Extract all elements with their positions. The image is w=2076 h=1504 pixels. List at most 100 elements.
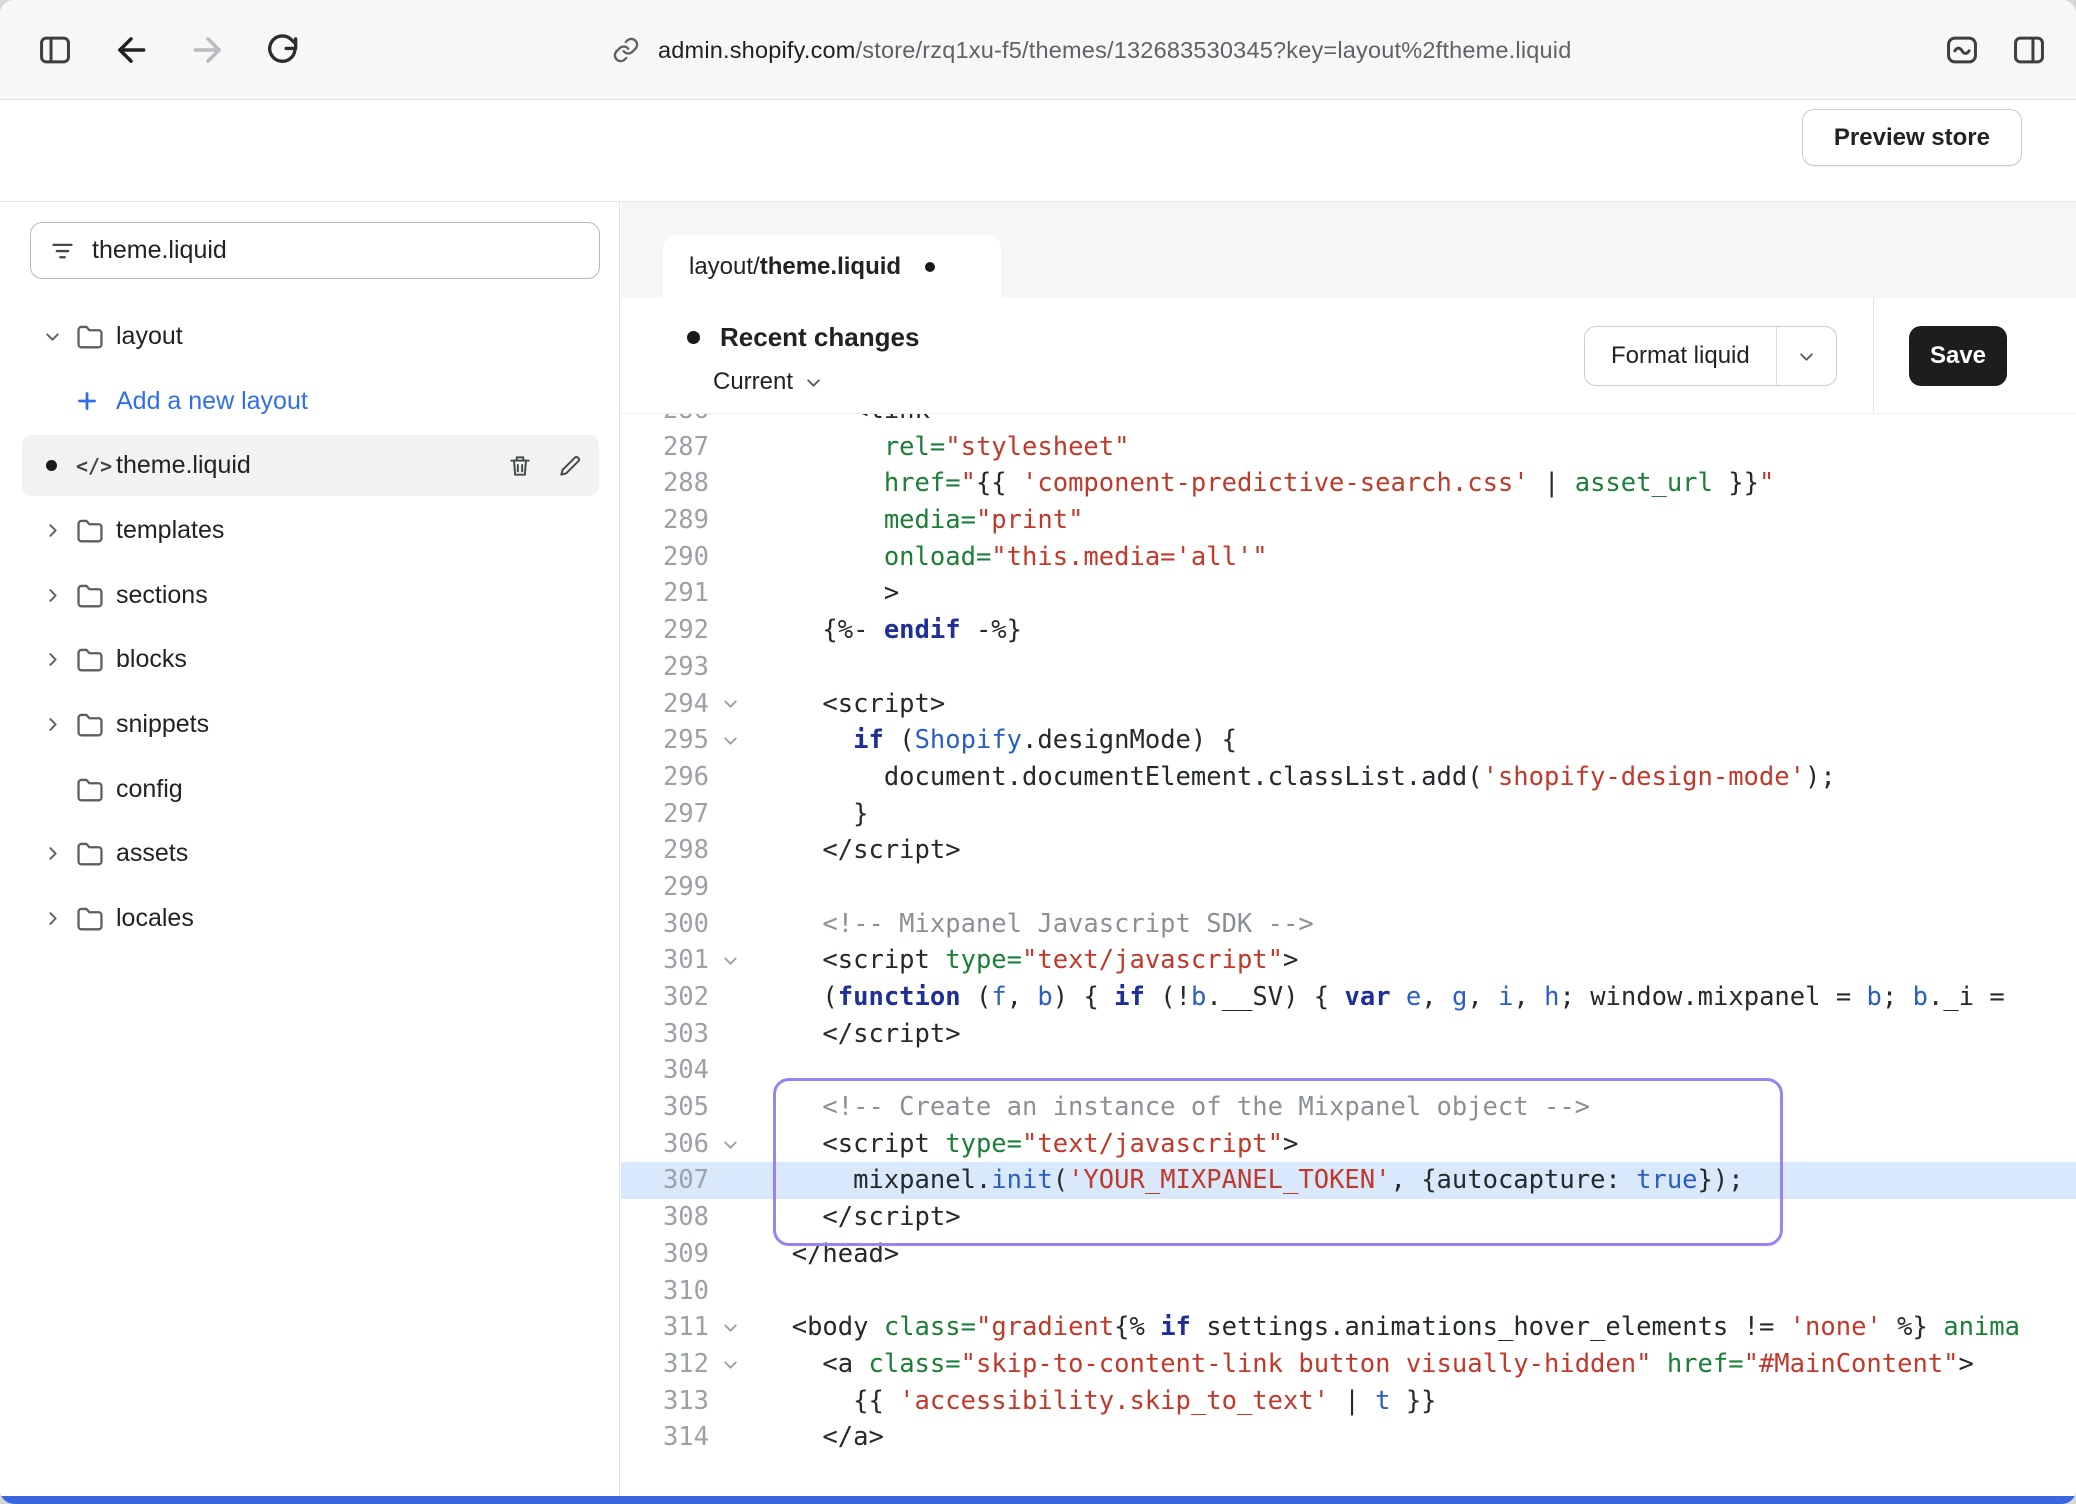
sidebar-item-config[interactable]: config bbox=[0, 757, 619, 822]
line-number: 312 bbox=[621, 1346, 709, 1383]
code-line-307[interactable]: 307 mixpanel.init('YOUR_MIXPANEL_TOKEN',… bbox=[621, 1162, 2076, 1199]
unsaved-indicator-dot bbox=[925, 262, 935, 272]
gutter-spacer bbox=[709, 869, 751, 906]
chevron-right-icon[interactable] bbox=[44, 910, 76, 928]
code-line-312[interactable]: 312 <a class="skip-to-content-link butto… bbox=[621, 1346, 2076, 1383]
fold-chevron-icon[interactable] bbox=[709, 1346, 751, 1383]
code-line-292[interactable]: 292 {%- endif -%} bbox=[621, 612, 2076, 649]
chevron-right-icon[interactable] bbox=[44, 521, 76, 539]
app-header: Edit code for Dawn Preview store bbox=[0, 101, 2076, 202]
line-number: 295 bbox=[621, 722, 709, 759]
forward-button[interactable] bbox=[189, 31, 227, 69]
tree-item-label: snippets bbox=[116, 710, 209, 739]
recent-changes: Recent changes bbox=[687, 322, 919, 353]
chevron-right-icon[interactable] bbox=[44, 651, 76, 669]
code-text: <!-- Create an instance of the Mixpanel … bbox=[751, 1089, 1590, 1126]
folder-icon bbox=[76, 647, 116, 672]
code-line-296[interactable]: 296 document.documentElement.classList.a… bbox=[621, 759, 2076, 796]
sidebar-item-layout[interactable]: layout bbox=[0, 304, 619, 369]
split-view-icon[interactable] bbox=[2010, 31, 2048, 69]
code-line-289[interactable]: 289 media="print" bbox=[621, 502, 2076, 539]
back-button[interactable] bbox=[112, 31, 150, 69]
code-line-290[interactable]: 290 onload="this.media='all'" bbox=[621, 539, 2076, 576]
code-text: <script> bbox=[751, 686, 945, 723]
folder-icon bbox=[76, 777, 116, 802]
address-bar[interactable]: admin.shopify.com/store/rzq1xu-f5/themes… bbox=[612, 0, 1571, 100]
sidebar-item-add-a-new-layout[interactable]: Add a new layout bbox=[0, 369, 619, 434]
chevron-right-icon[interactable] bbox=[44, 845, 76, 863]
code-lines: 286 <link287 rel="stylesheet"288 href="{… bbox=[621, 414, 2076, 1456]
version-select[interactable]: Current bbox=[713, 368, 822, 396]
extensions-icon[interactable] bbox=[1943, 31, 1981, 69]
chevron-right-icon[interactable] bbox=[44, 586, 76, 604]
search-input[interactable] bbox=[92, 236, 581, 265]
code-editor[interactable]: 286 <link287 rel="stylesheet"288 href="{… bbox=[621, 414, 2076, 1496]
code-line-287[interactable]: 287 rel="stylesheet" bbox=[621, 429, 2076, 466]
sidebar-item-assets[interactable]: assets bbox=[0, 822, 619, 887]
code-line-294[interactable]: 294 <script> bbox=[621, 686, 2076, 723]
chevron-down-icon[interactable] bbox=[44, 327, 76, 345]
code-line-286[interactable]: 286 <link bbox=[621, 414, 2076, 429]
save-button[interactable]: Save bbox=[1909, 326, 2007, 386]
code-line-308[interactable]: 308 </script> bbox=[621, 1199, 2076, 1236]
code-line-302[interactable]: 302 (function (f, b) { if (!b.__SV) { va… bbox=[621, 979, 2076, 1016]
sidebar-item-snippets[interactable]: snippets bbox=[0, 692, 619, 757]
fold-chevron-icon[interactable] bbox=[709, 1126, 751, 1163]
fold-chevron-icon[interactable] bbox=[709, 942, 751, 979]
code-line-299[interactable]: 299 bbox=[621, 869, 2076, 906]
code-line-297[interactable]: 297 } bbox=[621, 796, 2076, 833]
gutter-spacer bbox=[709, 502, 751, 539]
reload-button[interactable] bbox=[264, 31, 302, 69]
code-text: rel="stylesheet" bbox=[751, 429, 1129, 466]
line-number: 301 bbox=[621, 942, 709, 979]
fold-chevron-icon[interactable] bbox=[709, 722, 751, 759]
chevron-right-icon[interactable] bbox=[44, 715, 76, 733]
delete-file-button[interactable] bbox=[507, 453, 533, 479]
format-liquid-button[interactable]: Format liquid bbox=[1584, 326, 1837, 386]
code-line-314[interactable]: 314 </a> bbox=[621, 1419, 2076, 1456]
chevron-down-icon bbox=[805, 374, 822, 391]
code-line-303[interactable]: 303 </script> bbox=[621, 1016, 2076, 1053]
sidebar-toggle-icon[interactable] bbox=[36, 31, 74, 69]
tab-layout-theme-liquid[interactable]: layout/theme.liquid bbox=[663, 235, 1001, 298]
fold-chevron-icon[interactable] bbox=[709, 686, 751, 723]
sidebar-item-sections[interactable]: sections bbox=[0, 563, 619, 628]
gutter-spacer bbox=[709, 465, 751, 502]
sidebar-item-locales[interactable]: locales bbox=[0, 886, 619, 951]
browser-window: admin.shopify.com/store/rzq1xu-f5/themes… bbox=[0, 0, 2076, 1504]
code-line-293[interactable]: 293 bbox=[621, 649, 2076, 686]
code-line-298[interactable]: 298 </script> bbox=[621, 832, 2076, 869]
code-line-313[interactable]: 313 {{ 'accessibility.skip_to_text' | t … bbox=[621, 1383, 2076, 1420]
preview-store-button[interactable]: Preview store bbox=[1802, 109, 2022, 166]
code-line-304[interactable]: 304 bbox=[621, 1052, 2076, 1089]
code-line-288[interactable]: 288 href="{{ 'component-predictive-searc… bbox=[621, 465, 2076, 502]
sidebar-item-templates[interactable]: templates bbox=[0, 498, 619, 563]
tree-item-label: assets bbox=[116, 839, 188, 868]
line-number: 288 bbox=[621, 465, 709, 502]
rename-file-button[interactable] bbox=[557, 453, 583, 479]
line-number: 309 bbox=[621, 1236, 709, 1273]
code-line-311[interactable]: 311 <body class="gradient{% if settings.… bbox=[621, 1309, 2076, 1346]
fold-chevron-icon[interactable] bbox=[709, 1309, 751, 1346]
code-line-301[interactable]: 301 <script type="text/javascript"> bbox=[621, 942, 2076, 979]
line-number: 314 bbox=[621, 1419, 709, 1456]
code-text: <body class="gradient{% if settings.anim… bbox=[751, 1309, 2020, 1346]
code-line-305[interactable]: 305 <!-- Create an instance of the Mixpa… bbox=[621, 1089, 2076, 1126]
code-text: </script> bbox=[751, 1199, 961, 1236]
gutter-spacer bbox=[709, 1273, 751, 1310]
code-text: mixpanel.init('YOUR_MIXPANEL_TOKEN', {au… bbox=[751, 1162, 1744, 1199]
line-number: 311 bbox=[621, 1309, 709, 1346]
tree-spacer bbox=[44, 780, 76, 798]
chevron-down-icon bbox=[1798, 348, 1815, 365]
code-line-310[interactable]: 310 bbox=[621, 1273, 2076, 1310]
gutter-spacer bbox=[709, 414, 751, 429]
code-line-291[interactable]: 291 > bbox=[621, 575, 2076, 612]
code-line-309[interactable]: 309 </head> bbox=[621, 1236, 2076, 1273]
sidebar-item-theme-liquid[interactable]: </>theme.liquid bbox=[0, 433, 619, 498]
code-line-295[interactable]: 295 if (Shopify.designMode) { bbox=[621, 722, 2076, 759]
format-liquid-dropdown[interactable] bbox=[1776, 327, 1836, 385]
sidebar-item-blocks[interactable]: blocks bbox=[0, 627, 619, 692]
changes-dot-icon bbox=[687, 331, 700, 344]
code-line-306[interactable]: 306 <script type="text/javascript"> bbox=[621, 1126, 2076, 1163]
code-line-300[interactable]: 300 <!-- Mixpanel Javascript SDK --> bbox=[621, 906, 2076, 943]
